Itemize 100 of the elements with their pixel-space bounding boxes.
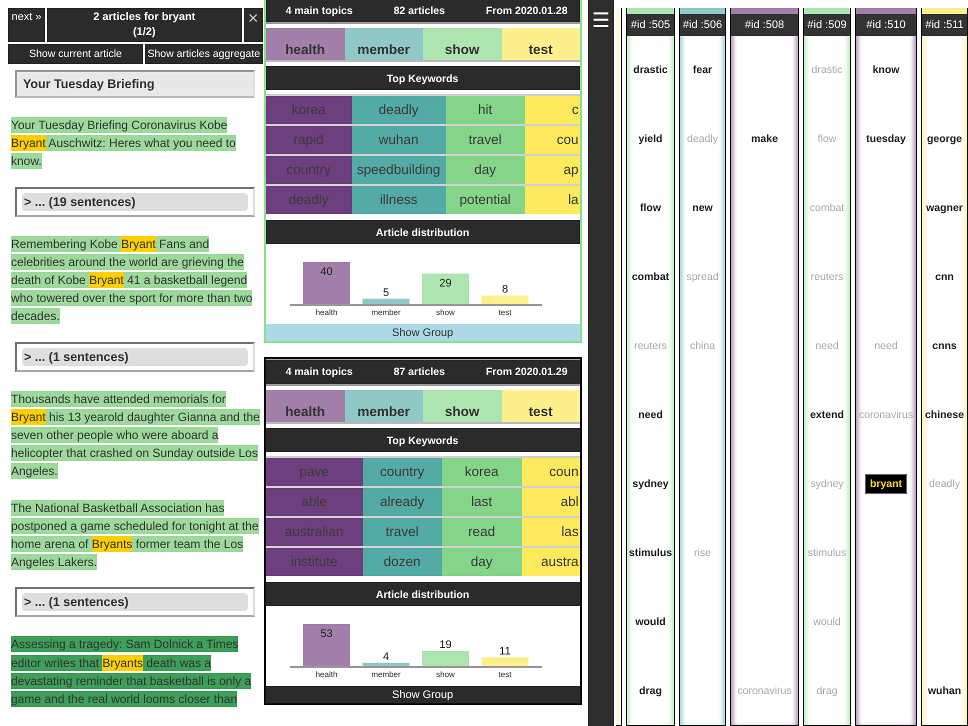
keyword-cell: coun <box>522 458 580 486</box>
column-keyword[interactable]: flow <box>640 202 661 214</box>
keyword-cell: c <box>524 96 580 124</box>
column-keyword[interactable]: stimulus <box>628 546 672 559</box>
topic-cell[interactable]: member <box>344 390 423 422</box>
show-group-button[interactable]: Show Group <box>266 324 580 341</box>
keyword-cell: country <box>362 458 442 486</box>
column-keyword[interactable]: combat <box>632 271 670 284</box>
topic-cell[interactable]: test <box>502 390 580 422</box>
keyword-cell: last <box>442 488 522 516</box>
bar-value-label: 4 <box>382 650 389 663</box>
chart-bar <box>302 624 350 666</box>
keyword-cell: illness <box>352 186 446 214</box>
keyword-cell: potential <box>446 186 525 214</box>
column-keyword[interactable]: sydney <box>632 478 669 490</box>
keyword-cell: korea <box>266 96 352 124</box>
column-keyword[interactable]: make <box>751 133 778 146</box>
keyword-cell: day <box>442 548 522 576</box>
topic-count: 4 main topics <box>286 5 353 17</box>
bar-value-label: 5 <box>382 286 389 299</box>
close-button[interactable]: × <box>244 8 263 42</box>
column-keyword[interactable]: would <box>635 616 666 628</box>
keyword-cell: speedbuilding <box>352 156 446 184</box>
keyword-cell: deadly <box>352 96 446 124</box>
chart-bar <box>481 296 528 304</box>
chart-bar <box>422 274 469 304</box>
keyword-cell: cou <box>524 126 580 154</box>
article-paragraph: Remembering Kobe Bryant Fans and celebrities around the world are grieving the death of Kobe Bryant 41 a basketball legend who towered over the sport for more than two decades. <box>11 234 254 326</box>
topic-cell[interactable]: test <box>502 28 580 60</box>
bar-value-label: 11 <box>498 645 510 658</box>
keyword-cell: travel <box>362 518 442 546</box>
date-range: From 2020.01.28 <box>486 5 568 17</box>
column-keyword[interactable]: wagner <box>926 202 963 214</box>
topic-cell[interactable]: health <box>266 390 345 422</box>
topic-cell[interactable]: show <box>422 28 502 60</box>
column-header: #id :509 <box>804 14 850 36</box>
axis-label: show <box>436 670 454 679</box>
column-keyword[interactable]: tuesday <box>866 133 906 146</box>
axis-label: show <box>436 308 454 317</box>
section-header: Article distribution <box>266 220 580 244</box>
next-button[interactable]: next » <box>8 8 45 42</box>
chart-bar <box>302 262 350 304</box>
column-keyword[interactable]: extend <box>810 408 844 421</box>
bar-value-label: 40 <box>320 266 332 278</box>
keyword-cell: country <box>266 156 352 184</box>
keyword-cell: pave <box>266 458 363 486</box>
bar-value-label: 29 <box>438 278 452 290</box>
keyword-cell: austra <box>522 548 580 576</box>
keyword-cell: travel <box>446 126 525 154</box>
column-keyword[interactable]: new <box>692 202 713 214</box>
panel-title: 2 articles for bryant <box>93 10 196 25</box>
column-keyword[interactable]: cnns <box>932 340 957 352</box>
column-keyword[interactable]: drag <box>639 684 662 697</box>
column-keyword[interactable]: wuhan <box>928 684 962 697</box>
show-articles-button[interactable]: Show articles aggregate <box>145 44 263 64</box>
chart-bar <box>481 657 528 666</box>
column-keyword[interactable]: drastic <box>633 64 668 76</box>
column-keyword[interactable]: yield <box>638 133 662 146</box>
axis-label: test <box>498 670 512 679</box>
article-count: 82 articles <box>394 5 445 17</box>
keyword-cell: day <box>446 156 525 184</box>
keyword-cell: abl <box>522 488 580 516</box>
axis-label: test <box>498 308 512 317</box>
keyword-cell: deadly <box>266 186 352 214</box>
expand-button[interactable]: > ... (1 sentences) <box>22 593 248 612</box>
article-paragraph: Your Tuesday Briefing Coronavirus Kobe Bryant Auschwitz: Heres what you need to know. <box>11 116 237 171</box>
column-keyword[interactable]: chinese <box>924 408 964 421</box>
axis-label: member <box>370 670 400 679</box>
column-header: #id :508 <box>731 14 798 36</box>
column-keyword[interactable]: fear <box>692 64 712 76</box>
highlighted-keyword[interactable]: bryant <box>864 474 908 494</box>
topic-count: 4 main topics <box>286 366 353 378</box>
axis-label: health <box>315 670 337 679</box>
topic-cell[interactable]: show <box>422 390 502 422</box>
keyword-cell: read <box>442 518 522 546</box>
keyword-cell: dozen <box>362 548 442 576</box>
column-keyword[interactable]: know <box>872 64 900 76</box>
show-articles-button[interactable]: Show current article <box>8 44 143 64</box>
topic-cell[interactable]: member <box>344 28 423 60</box>
show-group-button[interactable]: Show Group <box>266 686 580 703</box>
keyword-cell: ap <box>524 156 580 184</box>
column-keyword[interactable]: george <box>926 133 962 146</box>
keyword-cell: la <box>524 186 580 214</box>
expand-button[interactable]: > ... (19 sentences) <box>22 192 248 211</box>
keyword-cell: able <box>266 488 363 516</box>
keyword-cell: korea <box>442 458 522 486</box>
column-header: #id :505 <box>627 14 674 36</box>
topic-cell[interactable]: health <box>266 28 345 60</box>
article-title: Your Tuesday Briefing <box>15 70 255 98</box>
chart-bar <box>362 298 410 304</box>
column-keyword[interactable]: need <box>638 408 663 421</box>
article-paragraph: The National Basketball Association has postponed a game scheduled for tonight at the home arena of Bryants former team the Los Angeles Lakers. <box>11 498 260 572</box>
article-count: 87 articles <box>394 366 445 378</box>
section-header: Top Keywords <box>266 66 580 90</box>
expand-button[interactable]: > ... (1 sentences) <box>22 348 248 366</box>
chart-bar <box>362 662 410 666</box>
column-keyword[interactable]: cnn <box>935 271 954 284</box>
keyword-cell: hit <box>446 96 525 124</box>
bar-value-label: 8 <box>502 284 508 296</box>
date-range: From 2020.01.29 <box>486 366 568 378</box>
